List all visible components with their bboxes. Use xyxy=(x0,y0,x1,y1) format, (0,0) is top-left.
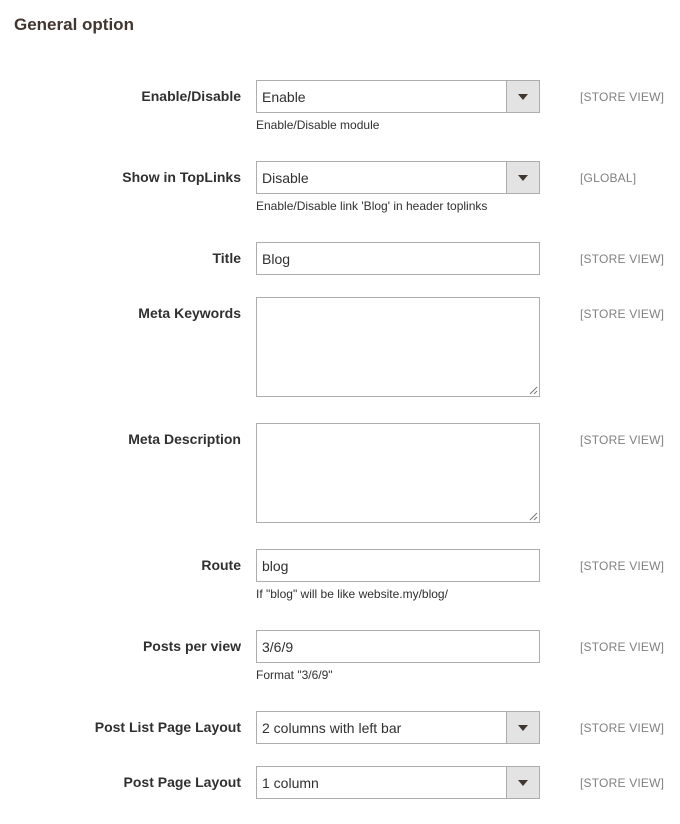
route-note: If "blog" will be like website.my/blog/ xyxy=(256,587,448,601)
posts-per-view-input[interactable]: 3/6/9 xyxy=(256,630,540,663)
route-input-value: blog xyxy=(262,558,289,574)
post-page-layout-scope: [STORE VIEW] xyxy=(580,776,665,790)
enable-note: Enable/Disable module xyxy=(256,118,380,132)
chevron-down-icon xyxy=(518,725,528,731)
enable-select-value: Enable xyxy=(262,89,306,105)
title-input-value: Blog xyxy=(262,251,291,267)
post-page-layout-value: 1 column xyxy=(262,775,319,791)
enable-select[interactable]: Enable xyxy=(256,80,540,113)
post-list-layout-toggle[interactable] xyxy=(506,712,539,743)
posts-per-view-label: Posts per view xyxy=(142,638,241,654)
meta-keywords-label: Meta Keywords xyxy=(138,305,241,321)
meta-keywords-scope: [STORE VIEW] xyxy=(580,307,665,321)
post-list-layout-label: Post List Page Layout xyxy=(94,719,241,735)
post-list-layout-scope: [STORE VIEW] xyxy=(580,721,665,735)
title-label: Title xyxy=(212,250,241,266)
section-title: General option xyxy=(14,15,134,34)
title-scope: [STORE VIEW] xyxy=(580,252,665,266)
enable-scope: [STORE VIEW] xyxy=(580,90,665,104)
toplinks-note: Enable/Disable link 'Blog' in header top… xyxy=(256,199,488,213)
toplinks-scope: [GLOBAL] xyxy=(580,171,637,185)
post-page-layout-toggle[interactable] xyxy=(506,767,539,798)
post-list-layout-select[interactable]: 2 columns with left bar xyxy=(256,711,540,744)
toplinks-select-value: Disable xyxy=(262,170,309,186)
post-page-layout-select[interactable]: 1 column xyxy=(256,766,540,799)
meta-description-scope: [STORE VIEW] xyxy=(580,433,665,447)
post-list-layout-value: 2 columns with left bar xyxy=(262,720,402,736)
toplinks-label: Show in TopLinks xyxy=(122,169,241,185)
enable-label: Enable/Disable xyxy=(141,88,241,104)
title-input[interactable]: Blog xyxy=(256,242,540,275)
posts-per-view-value: 3/6/9 xyxy=(262,639,294,655)
post-page-layout-label: Post Page Layout xyxy=(123,774,241,790)
toplinks-select[interactable]: Disable xyxy=(256,161,540,194)
route-label: Route xyxy=(201,557,241,573)
enable-select-toggle[interactable] xyxy=(506,81,539,112)
posts-per-view-scope: [STORE VIEW] xyxy=(580,640,665,654)
resize-grip-icon[interactable] xyxy=(529,512,538,521)
route-input[interactable]: blog xyxy=(256,549,540,582)
meta-description-textarea[interactable] xyxy=(256,423,540,523)
meta-keywords-textarea[interactable] xyxy=(256,297,540,397)
resize-grip-icon[interactable] xyxy=(529,386,538,395)
chevron-down-icon xyxy=(518,94,528,100)
chevron-down-icon xyxy=(518,780,528,786)
chevron-down-icon xyxy=(518,175,528,181)
meta-description-label: Meta Description xyxy=(128,431,241,447)
route-scope: [STORE VIEW] xyxy=(580,559,665,573)
posts-per-view-note: Format "3/6/9" xyxy=(256,668,333,682)
toplinks-select-toggle[interactable] xyxy=(506,162,539,193)
